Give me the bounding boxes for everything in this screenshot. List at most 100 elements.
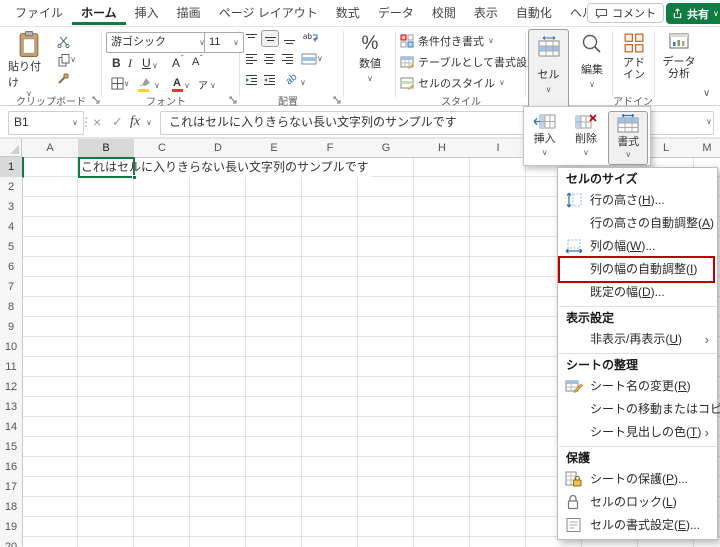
tab-insert[interactable]: 挿入 [126, 1, 168, 25]
row-header-6[interactable]: 6 [0, 257, 23, 278]
tab-view[interactable]: 表示 [465, 1, 507, 25]
tab-file[interactable]: ファイル [6, 1, 72, 25]
column-header-a[interactable]: A [22, 139, 79, 158]
chevron-down-icon[interactable]: ∨ [146, 119, 152, 127]
cells-button[interactable]: セル ∨ [528, 29, 569, 111]
delete-button[interactable]: 削除 ∨ [567, 111, 605, 165]
orientation-button[interactable]: ab [284, 72, 300, 88]
row-header-4[interactable]: 4 [0, 217, 23, 238]
comments-button[interactable]: コメント [587, 3, 664, 23]
row-header-19[interactable]: 19 [0, 517, 23, 538]
cell-styles-button[interactable]: セルのスタイル ∨ [400, 75, 505, 91]
row-header-1[interactable]: 1 [0, 157, 24, 178]
top-align-button[interactable] [245, 33, 258, 45]
format-button[interactable]: 書式 ∨ [608, 111, 649, 165]
font-dialog-launcher-icon[interactable] [229, 93, 237, 107]
column-header-e[interactable]: E [246, 139, 303, 158]
italic-button[interactable]: I [128, 56, 132, 71]
menu-item-column-width[interactable]: 列の幅(W)... [558, 235, 717, 258]
font-name-combobox[interactable]: 游ゴシック ∨ [106, 32, 210, 53]
share-button[interactable]: 共有 ∨ [666, 3, 720, 24]
row-header-12[interactable]: 12 [0, 377, 23, 398]
menu-item-autofit-row-height[interactable]: 行の高さの自動調整(A) [558, 212, 717, 235]
column-header-d[interactable]: D [190, 139, 247, 158]
paste-button[interactable]: 貼り付け ∨ [8, 31, 50, 98]
row-header-17[interactable]: 17 [0, 477, 23, 498]
cut-button[interactable] [54, 35, 72, 49]
chevron-down-icon[interactable]: ∨ [152, 62, 158, 70]
column-header-c[interactable]: C [134, 139, 191, 158]
grow-font-button[interactable]: A [172, 56, 180, 70]
column-header-g[interactable]: G [358, 139, 415, 158]
format-painter-button[interactable] [54, 71, 72, 85]
fill-handle[interactable] [132, 175, 137, 180]
tab-page-layout[interactable]: ページ レイアウト [210, 1, 327, 25]
align-left-button[interactable] [245, 53, 258, 65]
clipboard-dialog-launcher-icon[interactable] [92, 93, 100, 107]
tab-automate[interactable]: 自動化 [507, 1, 561, 25]
align-right-button[interactable] [281, 53, 294, 65]
menu-item-row-height[interactable]: 行の高さ(H)... [558, 189, 717, 212]
increase-indent-button[interactable] [263, 74, 276, 86]
column-header-b[interactable]: B [78, 139, 135, 159]
menu-item-hide-unhide[interactable]: 非表示/再表示(U) › [558, 328, 717, 351]
active-cell-b1[interactable] [78, 157, 135, 178]
underline-button[interactable]: U [142, 56, 151, 70]
align-center-button[interactable] [263, 53, 276, 65]
menu-item-default-width[interactable]: 既定の幅(D)... [558, 281, 717, 304]
phonetic-guide-button[interactable]: ア [198, 77, 208, 92]
select-all-corner[interactable] [0, 139, 22, 157]
row-header-18[interactable]: 18 [0, 497, 23, 518]
bold-button[interactable]: B [112, 56, 121, 70]
enter-icon[interactable]: ✓ [112, 114, 123, 130]
row-header-11[interactable]: 11 [0, 357, 23, 378]
row-header-8[interactable]: 8 [0, 297, 23, 318]
row-header-13[interactable]: 13 [0, 397, 23, 418]
column-header-h[interactable]: H [414, 139, 471, 158]
formula-bar-expand-chevron-icon[interactable]: ∨ [706, 118, 712, 126]
tab-draw[interactable]: 描画 [168, 1, 210, 25]
cancel-icon[interactable]: × [93, 114, 101, 130]
row-header-7[interactable]: 7 [0, 277, 23, 298]
shrink-font-button[interactable]: A [192, 56, 199, 68]
data-analysis-button[interactable]: データ分析 [660, 33, 698, 80]
font-size-combobox[interactable]: 11 ∨ [204, 32, 244, 53]
menu-item-protect-sheet[interactable]: シートの保護(P)... [558, 468, 717, 491]
wrap-text-button[interactable]: ab [303, 31, 319, 44]
decrease-indent-button[interactable] [245, 74, 258, 86]
column-header-i[interactable]: I [470, 139, 527, 158]
number-format-button[interactable]: % 数値 ∨ [350, 33, 390, 83]
menu-item-autofit-column-width[interactable]: 列の幅の自動調整(I) [558, 256, 717, 283]
row-header-2[interactable]: 2 [0, 177, 23, 198]
format-as-table-button[interactable]: テーブルとして書式設定 ∨ [400, 54, 548, 70]
merge-center-button[interactable]: ∨ [301, 53, 323, 65]
addins-button[interactable]: アドイン [618, 33, 650, 81]
menu-item-tab-color[interactable]: シート見出しの色(T) › [558, 421, 717, 444]
tab-review[interactable]: 校閲 [423, 1, 465, 25]
menu-item-format-cells[interactable]: セルの書式設定(E)... [558, 514, 717, 537]
ribbon-collapse-chevron-icon[interactable]: ∨ [703, 89, 710, 99]
bottom-align-button[interactable] [283, 33, 296, 45]
row-header-20[interactable]: 20 [0, 537, 23, 547]
row-header-3[interactable]: 3 [0, 197, 23, 218]
row-header-9[interactable]: 9 [0, 317, 23, 338]
chevron-down-icon[interactable]: ∨ [300, 79, 306, 87]
row-header-5[interactable]: 5 [0, 237, 23, 258]
menu-item-rename-sheet[interactable]: シート名の変更(R) [558, 375, 717, 398]
menu-item-move-copy-sheet[interactable]: シートの移動またはコピー(M)... [558, 398, 720, 421]
row-header-15[interactable]: 15 [0, 437, 23, 458]
row-header-10[interactable]: 10 [0, 337, 23, 358]
tab-data[interactable]: データ [369, 1, 423, 25]
conditional-formatting-button[interactable]: 条件付き書式 ∨ [400, 33, 494, 49]
column-header-f[interactable]: F [302, 139, 359, 158]
borders-button[interactable]: ∨ [108, 77, 132, 90]
tab-home[interactable]: ホーム [72, 1, 126, 25]
tab-formulas[interactable]: 数式 [327, 1, 369, 25]
middle-align-button[interactable] [261, 30, 279, 47]
chevron-down-icon[interactable]: ∨ [210, 82, 216, 90]
editing-button[interactable]: 編集 ∨ [574, 33, 610, 89]
row-header-16[interactable]: 16 [0, 457, 23, 478]
row-header-14[interactable]: 14 [0, 417, 23, 438]
insert-button[interactable]: 挿入 ∨ [526, 111, 564, 165]
column-header-m[interactable]: M [694, 139, 720, 158]
